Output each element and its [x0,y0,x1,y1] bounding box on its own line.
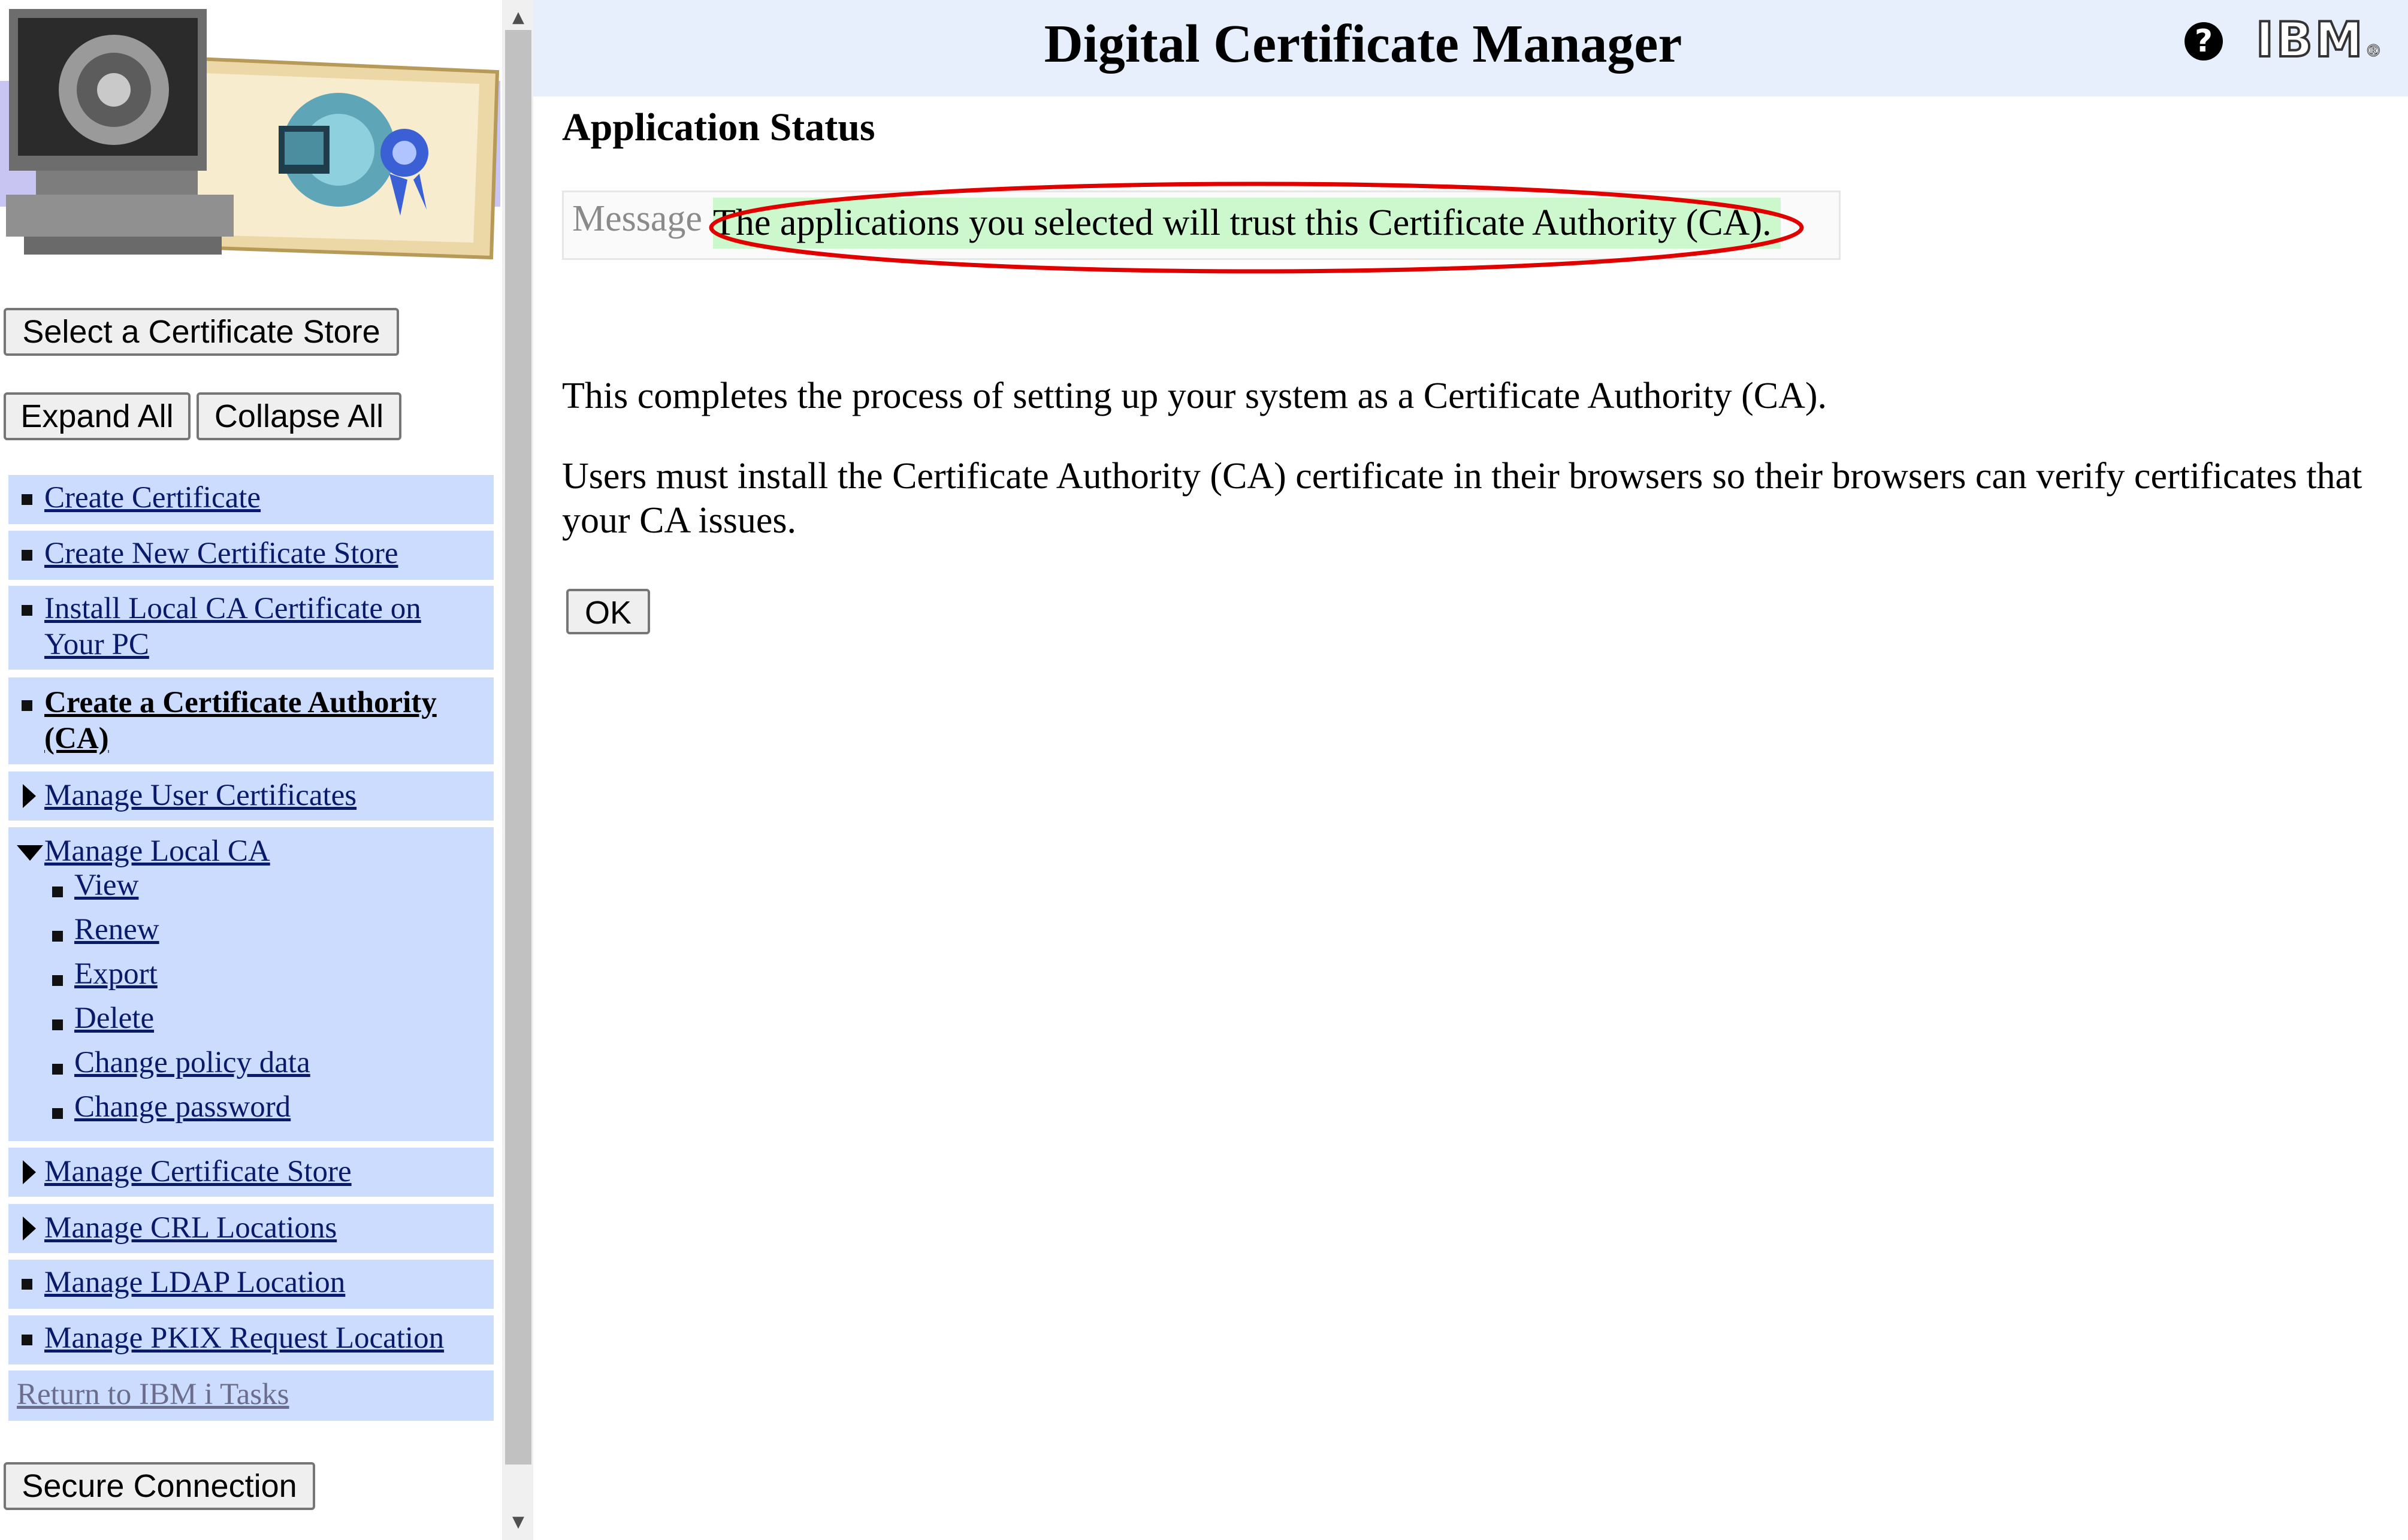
secure-connection-button[interactable]: Secure Connection [4,1462,315,1510]
section-title: Application Status [562,105,875,149]
sub-link-change-policy-data[interactable]: Change policy data [74,1045,310,1080]
sub-link-renew[interactable]: Renew [74,912,159,947]
sidebar-item-install-local-ca-certificate[interactable]: Install Local CA Certificate on Your PC [8,586,494,670]
bullet-icon [52,1064,63,1075]
bullet-icon [22,494,32,505]
sidebar-item-manage-local-ca[interactable]: Manage Local CA View Renew Export Delete… [8,827,494,1141]
instruction-text: Users must install the Certificate Autho… [562,456,2362,541]
expand-arrow-icon [23,784,36,808]
scroll-down-arrow-icon[interactable]: ▼ [508,1513,528,1531]
sidebar-link[interactable]: Create New Certificate Store [44,535,398,571]
bullet-icon [52,975,63,986]
highlight-ellipse-annotation [709,181,1804,274]
bullet-icon [22,550,32,561]
sidebar-link[interactable]: Manage CRL Locations [44,1210,337,1246]
bullet-icon [22,1335,32,1345]
sidebar-item-create-certificate-authority[interactable]: Create a Certificate Authority (CA) [8,677,494,764]
sidebar-link[interactable]: Manage Local CA [44,833,270,869]
select-certificate-store-button[interactable]: Select a Certificate Store [4,308,399,356]
main-frame: Digital Certificate Manager ? IBM® Appli… [533,0,2408,1540]
certificate-banner-image [0,0,500,276]
sidebar-item-return-to-ibm-i-tasks[interactable]: Return to IBM i Tasks [8,1370,494,1421]
sidebar-link[interactable]: Manage PKIX Request Location [44,1320,444,1356]
bullet-icon [22,700,32,711]
sidebar-link[interactable]: Create Certificate [44,480,261,516]
navigation-frame: Select a Certificate Store Expand All Co… [0,0,503,1540]
sidebar-link[interactable]: Manage User Certificates [44,777,356,813]
bullet-icon [52,1108,63,1119]
bullet-icon [22,1279,32,1290]
message-label: Message [572,198,702,239]
sub-link-view[interactable]: View [74,868,138,903]
page-title: Digital Certificate Manager [1044,14,1682,74]
sidebar-link[interactable]: Create a Certificate Authority (CA) [44,685,464,757]
expand-arrow-icon [23,1160,36,1184]
sidebar-item-create-new-certificate-store[interactable]: Create New Certificate Store [8,531,494,580]
scroll-up-arrow-icon[interactable]: ▲ [508,8,528,26]
bullet-icon [52,1019,63,1030]
sidebar-item-manage-user-certificates[interactable]: Manage User Certificates [8,771,494,821]
sidebar-link[interactable]: Manage LDAP Location [44,1264,345,1300]
bullet-icon [22,605,32,616]
sidebar-item-manage-pkix-request-location[interactable]: Manage PKIX Request Location [8,1315,494,1364]
sub-link-delete[interactable]: Delete [74,1001,154,1036]
bullet-icon [52,887,63,897]
page-header: Digital Certificate Manager ? IBM® [533,0,2408,96]
sub-link-change-password[interactable]: Change password [74,1090,291,1124]
expand-all-button[interactable]: Expand All [4,392,191,440]
scrollbar-thumb[interactable] [505,30,531,1465]
collapse-arrow-icon [17,845,43,861]
sidebar-item-manage-ldap-location[interactable]: Manage LDAP Location [8,1260,494,1309]
sidebar-link[interactable]: Install Local CA Certificate on Your PC [44,591,464,662]
completion-text: This completes the process of setting up… [562,376,1827,416]
sidebar-link[interactable]: Manage Certificate Store [44,1154,352,1190]
ok-button[interactable]: OK [566,589,650,634]
expand-arrow-icon [23,1217,36,1241]
help-icon[interactable]: ? [2185,22,2223,60]
sidebar-item-create-certificate[interactable]: Create Certificate [8,475,494,524]
sidebar-item-manage-certificate-store[interactable]: Manage Certificate Store [8,1148,494,1197]
sidebar-link[interactable]: Return to IBM i Tasks [17,1376,289,1412]
bullet-icon [52,931,63,942]
sidebar-item-manage-crl-locations[interactable]: Manage CRL Locations [8,1204,494,1253]
sub-link-export[interactable]: Export [74,957,158,991]
collapse-all-button[interactable]: Collapse All [197,392,401,440]
ibm-logo: IBM® [2255,11,2385,69]
